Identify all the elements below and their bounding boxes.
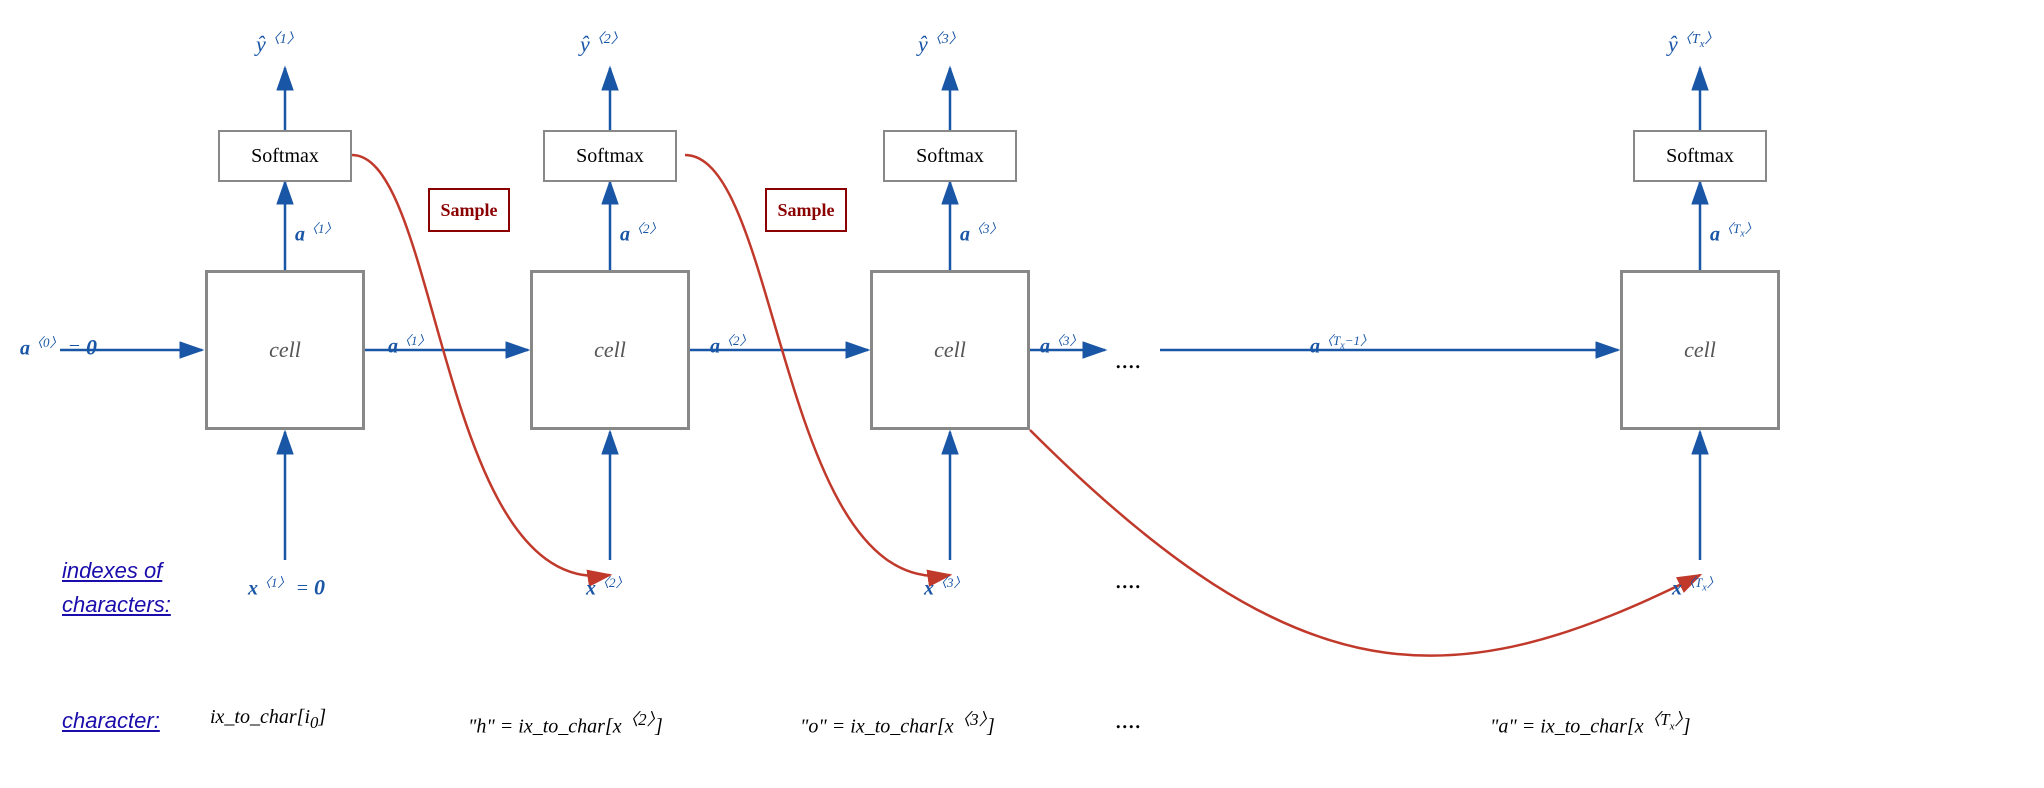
cell-1: cell (205, 270, 365, 430)
dots-bottom1: .... (1115, 565, 1141, 595)
a3-up-label: a〈3〉 (960, 218, 1003, 247)
a3-horiz-label: a〈3〉 (1040, 330, 1083, 359)
code-2: "h" = ix_to_char[x〈2〉] (468, 706, 663, 739)
a2-horiz-label: a〈2〉 (710, 330, 753, 359)
cell-2: cell (530, 270, 690, 430)
sample-2: Sample (765, 188, 847, 232)
yhat-1-label: ŷ〈1〉 (256, 28, 301, 57)
yhat-3-label: ŷ〈3〉 (918, 28, 963, 57)
code-1: ix_to_char[i0] (210, 706, 326, 733)
diagram-container: cell cell cell cell Softmax Softmax Soft… (0, 0, 2044, 788)
aTx-up-label: a〈Tx〉 (1710, 218, 1758, 247)
softmax-3: Softmax (883, 130, 1017, 182)
dots-bottom2: .... (1115, 705, 1141, 735)
dots-middle: .... (1115, 345, 1141, 375)
characters-label: characters: (62, 592, 171, 618)
softmax-2: Softmax (543, 130, 677, 182)
a1-up-label: a〈1〉 (295, 218, 338, 247)
character-label: character: (62, 708, 160, 734)
indexes-of-label: indexes of (62, 558, 162, 584)
yhat-tx-label: ŷ〈Tx〉 (1668, 28, 1718, 57)
a2-up-label: a〈2〉 (620, 218, 663, 247)
a0-label: a〈0〉 = 0⃗ (20, 332, 114, 361)
yhat-2-label: ŷ〈2〉 (580, 28, 625, 57)
code-4: "a" = ix_to_char[x〈Tx〉] (1490, 706, 1691, 739)
code-3: "o" = ix_to_char[x〈3〉] (800, 706, 995, 739)
x3-label: x〈3〉 (924, 572, 967, 601)
x1-label: x〈1〉 = 0⃗ (248, 572, 342, 601)
cell-4: cell (1620, 270, 1780, 430)
xTx-label: x〈Tx〉 (1672, 572, 1720, 601)
softmax-1: Softmax (218, 130, 352, 182)
cell-3: cell (870, 270, 1030, 430)
softmax-4: Softmax (1633, 130, 1767, 182)
sample-1: Sample (428, 188, 510, 232)
x2-label: x〈2〉 (586, 572, 629, 601)
aTxm1-horiz-label: a〈Tx−1〉 (1310, 330, 1373, 359)
a1-horiz-label: a〈1〉 (388, 330, 431, 359)
